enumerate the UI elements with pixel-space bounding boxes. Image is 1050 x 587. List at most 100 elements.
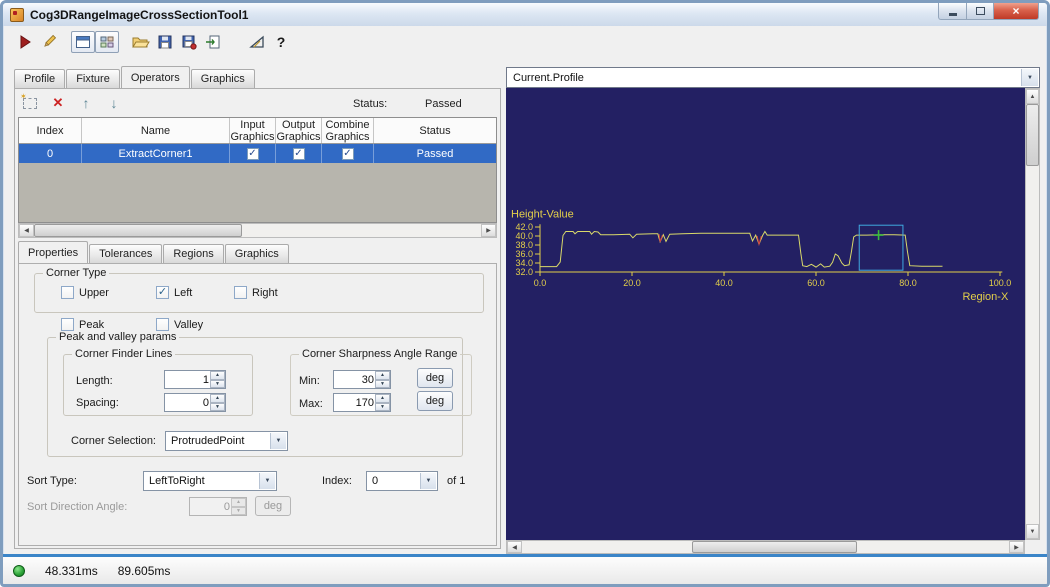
open-button[interactable] [129, 31, 153, 53]
length-up-arrow[interactable]: ▲ [210, 371, 225, 380]
run-icon [17, 34, 33, 50]
sort-type-dropdown[interactable]: LeftToRight ▼ [143, 471, 277, 491]
tab-profile[interactable]: Profile [14, 69, 65, 88]
min-deg-button[interactable]: deg [417, 368, 453, 388]
show-display-grid-button[interactable] [95, 31, 119, 53]
length-down-arrow[interactable]: ▼ [210, 380, 225, 389]
right-checkbox[interactable]: Right [234, 286, 278, 299]
column-header-input-graphics[interactable]: InputGraphics [230, 118, 276, 143]
scrollbar-track[interactable] [857, 541, 1009, 553]
column-header-index[interactable]: Index [19, 118, 82, 143]
show-result-window-button[interactable] [71, 31, 95, 53]
spacing-stepper[interactable]: 0 ▲▼ [164, 393, 226, 412]
index-dropdown[interactable]: 0 ▼ [366, 471, 438, 491]
run-button[interactable] [13, 31, 37, 53]
operators-table: Index Name InputGraphics OutputGraphics … [18, 117, 497, 223]
valley-checkbox-box[interactable] [156, 318, 169, 331]
cell-status: Passed [374, 144, 496, 163]
tab-tolerances[interactable]: Tolerances [89, 244, 162, 263]
spacing-up-arrow[interactable]: ▲ [210, 394, 225, 403]
length-stepper[interactable]: 1 ▲▼ [164, 370, 226, 389]
display-area: 42.040.038.036.034.032.00.020.040.060.08… [506, 88, 1040, 554]
max-up-arrow[interactable]: ▲ [375, 394, 390, 403]
svg-text:60.0: 60.0 [807, 278, 825, 288]
operators-page: ✕ ↑ ↓ Status: Passed Index Name InputGra… [14, 88, 501, 549]
angle-measure-button[interactable] [245, 31, 269, 53]
spacing-down-arrow[interactable]: ▼ [210, 403, 225, 412]
peak-checkbox[interactable]: Peak [61, 318, 104, 331]
scrollbar-track[interactable] [242, 224, 481, 237]
scrollbar-track[interactable] [522, 541, 692, 553]
status-label: Status: [353, 98, 387, 110]
max-deg-button[interactable]: deg [417, 391, 453, 411]
scroll-down-button[interactable]: ▼ [1026, 524, 1039, 539]
scroll-left-button[interactable]: ◀ [19, 224, 34, 237]
sort-type-label: Sort Type: [27, 475, 77, 487]
save-button[interactable] [153, 31, 177, 53]
titlebar[interactable]: Cog3DRangeImageCrossSectionTool1 [3, 3, 1047, 26]
move-down-button[interactable]: ↓ [105, 94, 123, 112]
tab-graphics-sub[interactable]: Graphics [225, 244, 289, 263]
tab-fixture[interactable]: Fixture [66, 69, 120, 88]
move-up-button[interactable]: ↑ [77, 94, 95, 112]
peak-checkbox-box[interactable] [61, 318, 74, 331]
import-button[interactable] [201, 31, 225, 53]
upper-checkbox-box[interactable] [61, 286, 74, 299]
tab-operators[interactable]: Operators [121, 66, 190, 88]
total-time: 89.605ms [118, 564, 171, 578]
sort-direction-stepper: 0 ▲▼ [189, 497, 247, 516]
svg-text:Region-X: Region-X [962, 291, 1009, 303]
scrollbar-track[interactable] [1026, 166, 1039, 524]
valley-checkbox[interactable]: Valley [156, 318, 203, 331]
length-label: Length: [76, 375, 113, 387]
scroll-up-button[interactable]: ▲ [1026, 89, 1039, 104]
column-header-name[interactable]: Name [82, 118, 230, 143]
close-button[interactable]: × [994, 3, 1039, 20]
max-angle-stepper[interactable]: 170 ▲▼ [333, 393, 391, 412]
scrollbar-thumb[interactable] [34, 224, 242, 237]
tab-properties[interactable]: Properties [18, 241, 88, 263]
combine-graphics-checkbox[interactable]: ✓ [342, 148, 354, 160]
operators-toolbar: ✕ ↑ ↓ [21, 93, 123, 113]
max-down-arrow[interactable]: ▼ [375, 403, 390, 412]
corner-sharpness-title: Corner Sharpness Angle Range [299, 348, 460, 360]
scrollbar-thumb[interactable] [692, 541, 857, 553]
direction-deg-button: deg [255, 496, 291, 516]
delete-operator-button[interactable]: ✕ [49, 94, 67, 112]
cell-input-graphics: ✓ [230, 144, 276, 163]
delete-icon: ✕ [53, 95, 64, 111]
upper-checkbox[interactable]: Upper [61, 286, 109, 299]
display-record-dropdown[interactable]: Current.Profile ▼ [506, 67, 1040, 88]
corner-sharpness-group: Corner Sharpness Angle Range Min: 30 ▲▼ … [290, 354, 472, 416]
right-checkbox-box[interactable] [234, 286, 247, 299]
close-icon: × [1012, 5, 1019, 17]
add-operator-button[interactable] [21, 94, 39, 112]
min-angle-stepper[interactable]: 30 ▲▼ [333, 370, 391, 389]
column-header-status[interactable]: Status [374, 118, 496, 143]
column-header-output-graphics[interactable]: OutputGraphics [276, 118, 322, 143]
scroll-right-button[interactable]: ▶ [1009, 541, 1024, 553]
minimize-button[interactable] [938, 3, 967, 20]
profile-plot[interactable]: 42.040.038.036.034.032.00.020.040.060.08… [506, 88, 1025, 540]
edit-button[interactable] [37, 31, 61, 53]
table-row[interactable]: 0 ExtractCorner1 ✓ ✓ ✓ Passed [19, 144, 496, 163]
svg-text:Height-Value: Height-Value [511, 208, 574, 220]
scroll-right-button[interactable]: ▶ [481, 224, 496, 237]
corner-selection-dropdown[interactable]: ProtrudedPoint ▼ [165, 431, 288, 451]
left-checkbox[interactable]: ✓ Left [156, 286, 192, 299]
maximize-button[interactable] [967, 3, 994, 20]
left-checkbox-box[interactable]: ✓ [156, 286, 169, 299]
save-record-button[interactable] [177, 31, 201, 53]
input-graphics-checkbox[interactable]: ✓ [247, 148, 259, 160]
scrollbar-thumb[interactable] [1026, 104, 1039, 166]
min-down-arrow[interactable]: ▼ [375, 380, 390, 389]
min-up-arrow[interactable]: ▲ [375, 371, 390, 380]
scroll-left-button[interactable]: ◀ [507, 541, 522, 553]
window-controls: × [938, 3, 1039, 20]
help-button[interactable]: ? [269, 31, 293, 53]
tab-regions[interactable]: Regions [163, 244, 223, 263]
sort-direction-angle-label: Sort Direction Angle: [27, 501, 127, 513]
tab-graphics[interactable]: Graphics [191, 69, 255, 88]
output-graphics-checkbox[interactable]: ✓ [293, 148, 305, 160]
column-header-combine-graphics[interactable]: CombineGraphics [322, 118, 374, 143]
